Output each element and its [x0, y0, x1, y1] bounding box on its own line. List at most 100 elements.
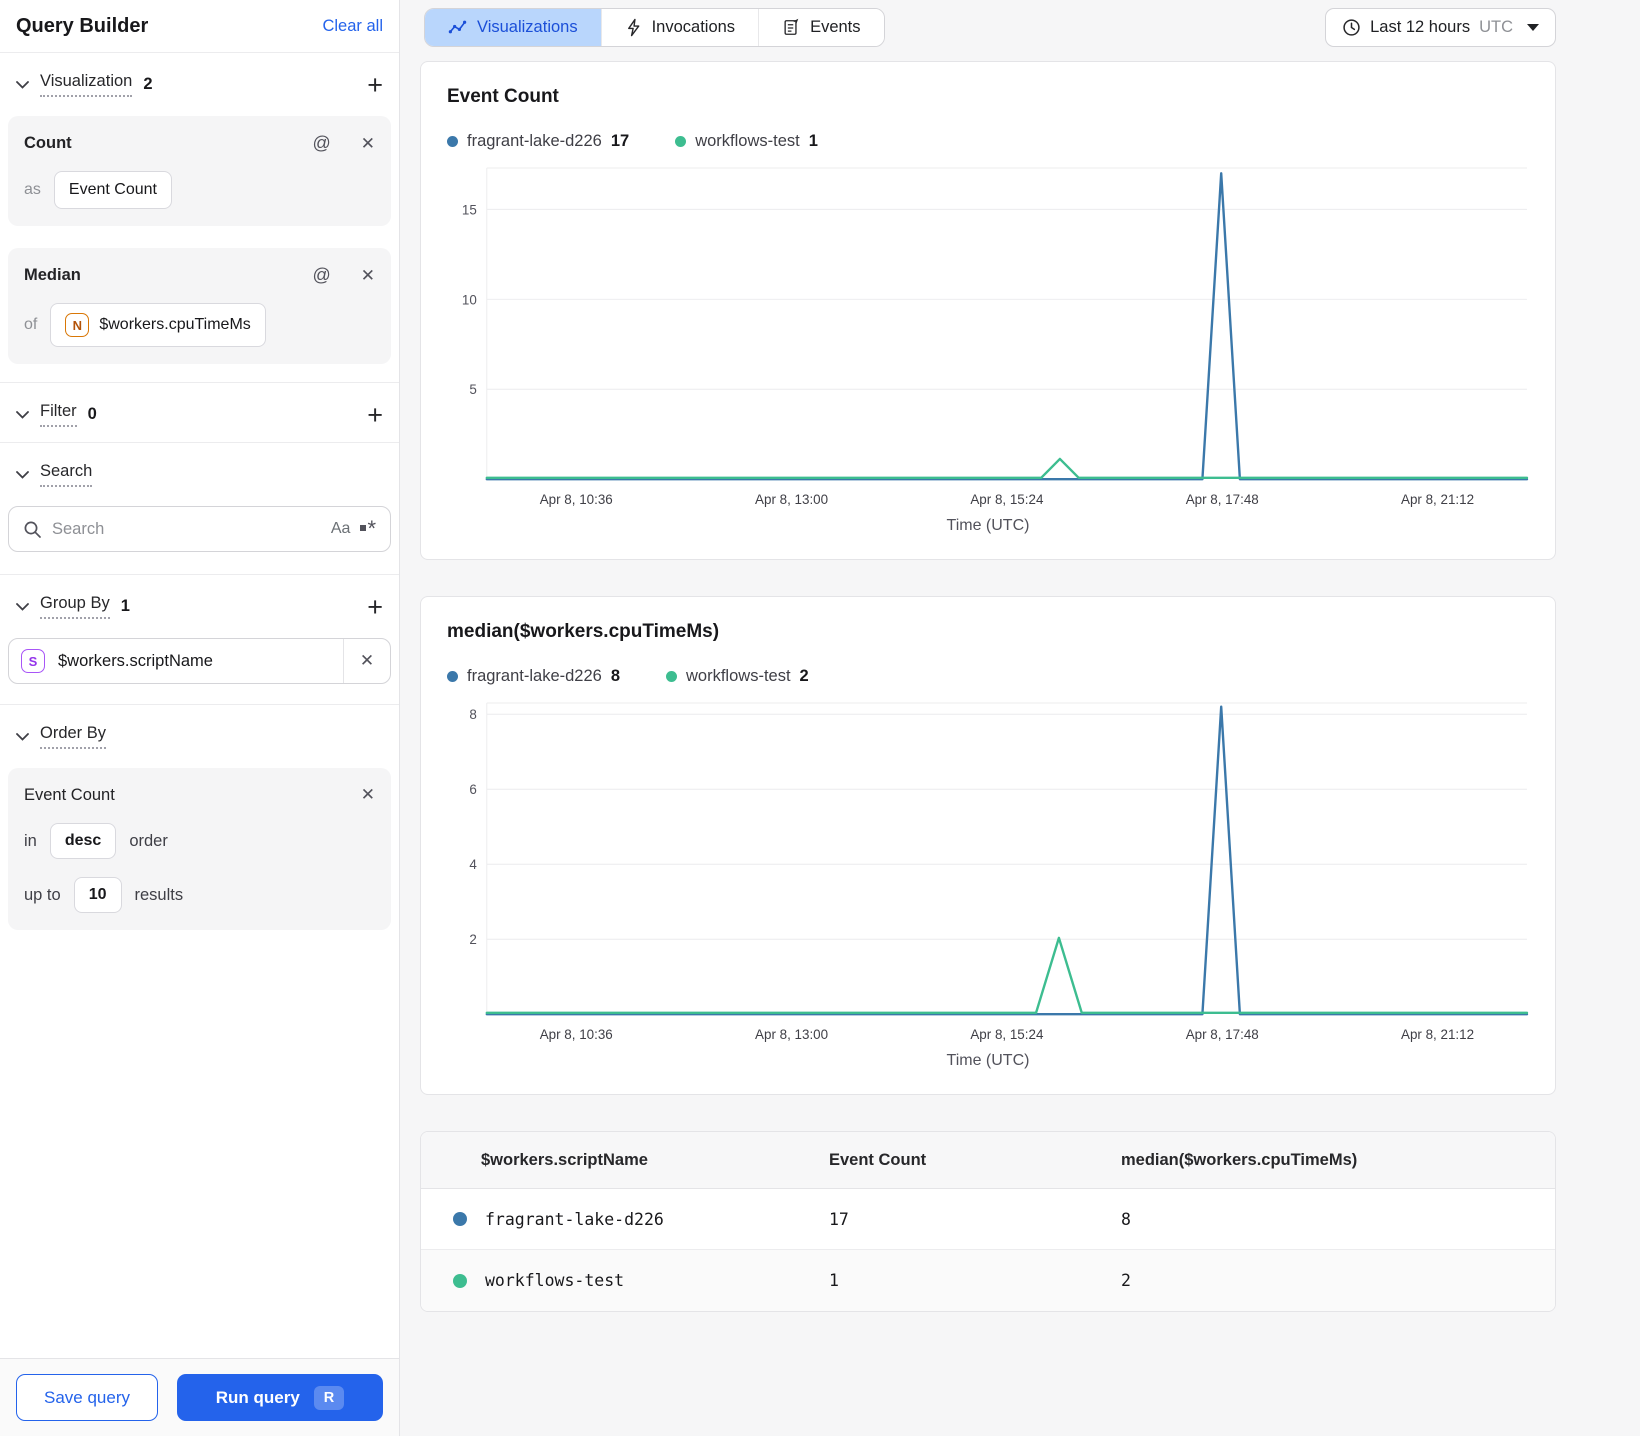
add-group-by-button[interactable]: + — [367, 593, 383, 620]
chevron-down-icon[interactable] — [16, 602, 29, 611]
results-label: results — [134, 885, 184, 904]
close-icon[interactable]: ✕ — [361, 134, 375, 154]
series-dot — [453, 1273, 467, 1288]
series-dot — [453, 1212, 467, 1227]
column-header[interactable]: $workers.scriptName — [421, 1151, 829, 1170]
group-by-field[interactable]: S $workers.scriptName ✕ — [8, 638, 391, 684]
save-query-button[interactable]: Save query — [16, 1374, 158, 1421]
add-visualization-button[interactable]: + — [367, 71, 383, 98]
series-total: 8 — [610, 667, 621, 686]
order-by-section-label[interactable]: Order By — [40, 724, 107, 749]
line-chart-icon — [448, 18, 467, 37]
series-dot — [447, 671, 458, 683]
event-count-chart-card: Event Count fragrant-lake-d226 17 workfl… — [420, 61, 1556, 561]
tab-label: Invocations — [651, 18, 736, 36]
close-icon[interactable]: ✕ — [361, 266, 375, 286]
order-by-field[interactable]: Event Count — [24, 786, 361, 805]
alias-field[interactable]: Event Count — [53, 171, 172, 209]
tab-label: Events — [810, 18, 861, 36]
tab-label: Visualizations — [477, 18, 578, 36]
chevron-down-icon[interactable] — [16, 80, 29, 89]
line-chart[interactable]: 5 10 15 Apr 8, 10:36 Apr 8, 13:00 Apr 8, 15:2… — [447, 163, 1529, 513]
filter-section-label[interactable]: Filter — [40, 402, 77, 427]
group-by-section-label[interactable]: Group By — [40, 594, 110, 619]
svg-text:2: 2 — [469, 932, 476, 947]
chart-title: Event Count — [447, 86, 559, 107]
svg-text:Apr 8, 15:24: Apr 8, 15:24 — [970, 492, 1044, 507]
table-row[interactable]: fragrant-lake-d226 17 8 — [421, 1189, 1555, 1251]
chevron-down-icon[interactable] — [16, 410, 29, 419]
table-row[interactable]: workflows-test 1 2 — [421, 1250, 1555, 1312]
svg-text:Apr 8, 17:48: Apr 8, 17:48 — [1186, 492, 1259, 507]
script-name: fragrant-lake-d226 — [485, 1209, 664, 1229]
match-case-icon[interactable]: Aa — [331, 520, 351, 538]
legend-item[interactable]: fragrant-lake-d226 8 — [447, 667, 620, 686]
at-mention-icon[interactable]: @ — [312, 133, 330, 154]
results-table: $workers.scriptName Event Count median($… — [420, 1131, 1556, 1313]
event-count-value: 17 — [829, 1209, 849, 1229]
field-selector[interactable]: N $workers.cpuTimeMs — [50, 303, 266, 347]
time-range-value: Last 12 hours — [1370, 18, 1471, 36]
chevron-down-icon[interactable] — [16, 470, 29, 479]
x-axis-title: Time (UTC) — [946, 517, 1030, 535]
script-name: workflows-test — [485, 1271, 625, 1291]
regex-icon[interactable]: * — [360, 518, 376, 540]
as-label: as — [24, 181, 41, 198]
legend-item[interactable]: workflows-test 1 — [675, 132, 818, 151]
svg-text:Apr 8, 15:24: Apr 8, 15:24 — [970, 1027, 1044, 1042]
visualization-section-header: Visualization 2 + — [0, 53, 399, 112]
query-builder-app: Query Builder Clear all Visualization 2 … — [0, 0, 1640, 1436]
median-value: 2 — [1121, 1271, 1131, 1291]
series-total: 17 — [610, 132, 630, 150]
number-type-icon: N — [65, 313, 90, 337]
timezone-label: UTC — [1479, 18, 1513, 36]
tab-invocations[interactable]: Invocations — [600, 9, 759, 46]
time-range-selector[interactable]: Last 12 hours UTC — [1325, 8, 1556, 47]
median-value: 8 — [1121, 1209, 1131, 1229]
add-filter-button[interactable]: + — [367, 401, 383, 428]
group-by-section-header: Group By 1 + — [0, 575, 399, 634]
visualization-section-label[interactable]: Visualization — [40, 72, 133, 97]
group-by-field-value: $workers.scriptName — [58, 651, 213, 670]
search-section-label[interactable]: Search — [40, 462, 93, 487]
visualization-count: 2 — [143, 75, 153, 93]
topbar: Visualizations Invocations Events Last 1… — [420, 8, 1556, 47]
in-label: in — [24, 831, 37, 850]
tab-visualizations[interactable]: Visualizations — [425, 9, 601, 46]
string-type-icon: S — [21, 649, 45, 673]
svg-text:Apr 8, 13:00: Apr 8, 13:00 — [755, 492, 828, 507]
sort-direction-selector[interactable]: desc — [49, 823, 117, 859]
line-chart[interactable]: 2 4 6 8 Apr 8, 10:36 Apr 8, 13:00 Apr 8, 15:24… — [447, 698, 1529, 1048]
chart-legend: fragrant-lake-d226 8 workflows-test 2 — [447, 667, 1529, 686]
visualization-function-label[interactable]: Median — [24, 266, 312, 285]
search-section-header: Search — [0, 443, 399, 502]
svg-text:10: 10 — [462, 292, 477, 307]
sidebar: Query Builder Clear all Visualization 2 … — [0, 0, 400, 1436]
visualization-function-label[interactable]: Count — [24, 134, 312, 153]
svg-text:Apr 8, 13:00: Apr 8, 13:00 — [755, 1027, 828, 1042]
median-cputime-chart-card: median($workers.cpuTimeMs) fragrant-lake… — [420, 596, 1556, 1096]
series-name: fragrant-lake-d226 — [467, 132, 602, 150]
run-query-button[interactable]: Run query R — [177, 1374, 383, 1421]
clear-all-link[interactable]: Clear all — [322, 17, 383, 36]
close-icon[interactable]: ✕ — [361, 785, 375, 805]
column-header[interactable]: median($workers.cpuTimeMs) — [1121, 1151, 1555, 1170]
at-mention-icon[interactable]: @ — [312, 265, 330, 286]
tab-events[interactable]: Events — [758, 9, 884, 46]
svg-text:Apr 8, 17:48: Apr 8, 17:48 — [1186, 1027, 1259, 1042]
svg-text:4: 4 — [469, 857, 477, 872]
order-by-section-header: Order By — [0, 705, 399, 764]
remove-group-by-button[interactable]: ✕ — [344, 651, 390, 671]
search-input[interactable] — [52, 519, 321, 539]
chevron-down-icon — [1527, 24, 1539, 31]
filter-count: 0 — [87, 405, 97, 423]
chevron-down-icon[interactable] — [16, 732, 29, 741]
keyboard-shortcut-badge: R — [313, 1385, 345, 1410]
upto-label: up to — [24, 885, 61, 904]
column-header[interactable]: Event Count — [829, 1151, 1121, 1170]
legend-item[interactable]: workflows-test 2 — [666, 667, 809, 686]
legend-item[interactable]: fragrant-lake-d226 17 — [447, 132, 629, 151]
limit-input[interactable]: 10 — [73, 877, 122, 913]
svg-text:5: 5 — [469, 382, 476, 397]
series-dot — [447, 136, 458, 147]
